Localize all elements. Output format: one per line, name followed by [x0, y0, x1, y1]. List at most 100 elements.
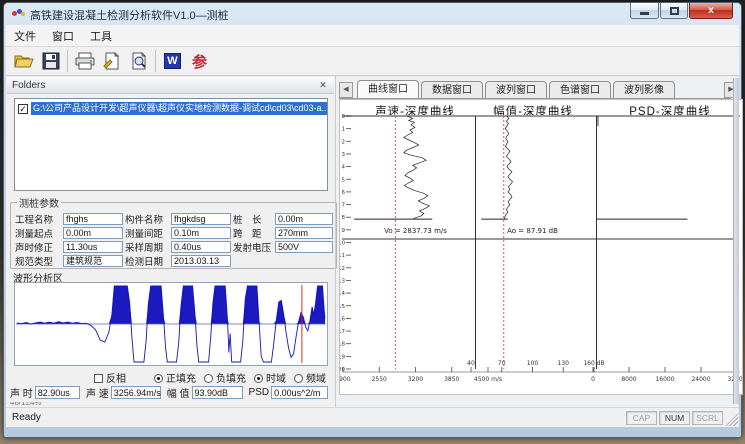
svg-text:10: 10 [340, 241, 345, 247]
maximize-icon [670, 7, 679, 15]
param-label: 工程名称 [15, 212, 61, 226]
left-panel: Folders ✕ ✓G:\公司产品设计开发\超声仪器\超声仪实地检测数据-调试… [6, 76, 336, 407]
fill-radio-label: 负填充 [216, 374, 246, 385]
parameters-button[interactable]: 参 [186, 49, 213, 74]
folder-item[interactable]: ✓G:\公司产品设计开发\超声仪器\超声仪实地检测数据-调试cd\cd03\cd… [15, 101, 327, 116]
folder-path: G:\公司产品设计开发\超声仪器\超声仪实地检测数据-调试cd\cd03\cd0… [31, 102, 327, 115]
readout-row: 声 时82.90us声 速3256.94m/s幅 值93.90dBPSD0.00… [10, 385, 334, 400]
fill-radio-1[interactable]: 负填充 [204, 374, 246, 385]
param-input[interactable]: 0.00m [275, 213, 333, 225]
param-input[interactable]: fhghs [63, 213, 123, 225]
param-input[interactable]: 11.30us [63, 241, 123, 253]
open-file-button[interactable] [10, 49, 37, 74]
app-icon [12, 8, 26, 19]
param-input[interactable]: 2013.03.13 [171, 255, 231, 267]
readout-label: 幅 值 [167, 385, 190, 400]
domain-radio-icon [254, 374, 263, 383]
minimize-button[interactable] [630, 3, 659, 19]
param-label: 桩 长 [233, 212, 273, 226]
param-input[interactable]: fhgkdsg [171, 213, 231, 225]
menu-item-2[interactable]: 工具 [82, 25, 120, 47]
invert-checkbox[interactable]: 反相 [94, 370, 128, 385]
window-title: 高铁建设混凝土检测分析软件V1.0—测桩 [30, 7, 229, 23]
toolbar: W 参 [6, 47, 739, 76]
right-panel: ◀ 曲线窗口数据窗口波列窗口色谱窗口波列影像 ▶ 声速-深度曲线幅值-深度曲线P… [337, 76, 739, 407]
param-input[interactable]: 0.10m [171, 227, 231, 239]
readout-input[interactable]: 0.00us^2/m [271, 386, 328, 399]
tab-0[interactable]: 曲线窗口 [357, 80, 419, 98]
menu-item-0[interactable]: 文件 [6, 25, 44, 47]
menu-item-1[interactable]: 窗口 [44, 25, 82, 47]
readout-input[interactable]: 93.90dB [192, 386, 243, 399]
svg-text:70: 70 [498, 360, 506, 367]
domain-radio-label: 时域 [266, 374, 286, 385]
folder-checkbox[interactable]: ✓ [18, 104, 28, 114]
app-window: 高铁建设混凝土检测分析软件V1.0—测桩 x 文件窗口工具 W [3, 2, 742, 438]
print-button[interactable] [71, 49, 98, 74]
svg-text:14: 14 [340, 291, 345, 297]
param-label: 声时修正 [15, 240, 61, 254]
folders-list[interactable]: ✓G:\公司产品设计开发\超声仪器\超声仪实地检测数据-调试cd\cd03\cd… [14, 98, 328, 191]
folders-panel-header: Folders ✕ [7, 77, 334, 94]
print-preview-button[interactable] [125, 49, 152, 74]
fill-radio-0[interactable]: 正填充 [154, 374, 196, 385]
tab-1[interactable]: 数据窗口 [421, 81, 483, 98]
svg-text:9: 9 [342, 228, 346, 234]
domain-radio-group: 时域频域 [254, 370, 334, 385]
svg-text:7: 7 [342, 203, 346, 209]
pile-params-group: 测桩参数 工程名称fhghs构件名称fhgkdsg桩 长0.00m测量起点0.0… [10, 195, 337, 269]
pile-params-grid: 工程名称fhghs构件名称fhgkdsg桩 长0.00m测量起点0.00m测量间… [15, 212, 333, 268]
pile-params-title: 测桩参数 [17, 195, 61, 210]
domain-radio-0[interactable]: 时域 [254, 374, 286, 385]
svg-text:5: 5 [342, 177, 346, 183]
svg-text:Ao = 87.91 dB: Ao = 87.91 dB [507, 227, 558, 235]
print-preview-icon [129, 52, 149, 70]
tab-scroll-left-icon[interactable]: ◀ [339, 82, 353, 98]
param-input[interactable]: 500V [275, 241, 333, 253]
waveform-box[interactable] [14, 282, 328, 366]
param-input[interactable]: 0.00m [63, 227, 123, 239]
maximize-button[interactable] [660, 3, 688, 19]
svg-text:130: 130 [558, 360, 570, 367]
tab-3[interactable]: 色谱窗口 [549, 81, 611, 98]
resize-grip[interactable] [725, 413, 738, 426]
word-export-button[interactable]: W [159, 49, 186, 74]
indicator-cap: CAP [626, 411, 657, 425]
readout-input[interactable]: 82.90us [35, 386, 80, 399]
parameters-icon: 参 [192, 51, 207, 72]
keyboard-indicators: CAPNUMSCRL [624, 411, 723, 425]
toolbar-separator [67, 50, 68, 72]
fill-radio-label: 正填充 [166, 374, 196, 385]
folders-close-icon[interactable]: ✕ [317, 79, 329, 91]
svg-text:3200: 3200 [408, 376, 423, 383]
readout-label: PSD [249, 387, 270, 398]
panel-edge-strip[interactable] [733, 78, 739, 404]
svg-text:8000: 8000 [621, 376, 636, 383]
readout-label: 声 速 [86, 385, 109, 400]
svg-text:2550: 2550 [372, 376, 387, 383]
readout-input[interactable]: 3256.94m/s [111, 386, 161, 399]
svg-text:16: 16 [340, 316, 345, 322]
tab-4[interactable]: 波列影像 [613, 81, 675, 98]
param-input[interactable]: 建筑规范 [63, 255, 123, 267]
domain-radio-icon [294, 374, 303, 383]
param-label: 采样周期 [125, 240, 169, 254]
fill-radio-icon [204, 374, 213, 383]
param-label: 构件名称 [125, 212, 169, 226]
save-button[interactable] [37, 49, 64, 74]
param-label: 跨 距 [233, 226, 273, 240]
svg-text:3: 3 [342, 152, 346, 158]
param-input[interactable]: 0.40us [171, 241, 231, 253]
domain-radio-1[interactable]: 频域 [294, 374, 326, 385]
display-options-row: 反相 正填充 负填充 时域频域 [6, 370, 336, 383]
param-label: 检测日期 [125, 254, 169, 268]
svg-text:4500 m/s: 4500 m/s [474, 376, 502, 383]
svg-text:8: 8 [342, 215, 346, 221]
invert-checkbox-icon [94, 374, 103, 383]
close-button[interactable]: x [689, 3, 733, 19]
tab-2[interactable]: 波列窗口 [485, 81, 547, 98]
param-input[interactable]: 270mm [275, 227, 333, 239]
print-setup-button[interactable] [98, 49, 125, 74]
titlebar[interactable]: 高铁建设混凝土检测分析软件V1.0—测桩 x [4, 3, 741, 25]
svg-text:12: 12 [340, 266, 345, 272]
